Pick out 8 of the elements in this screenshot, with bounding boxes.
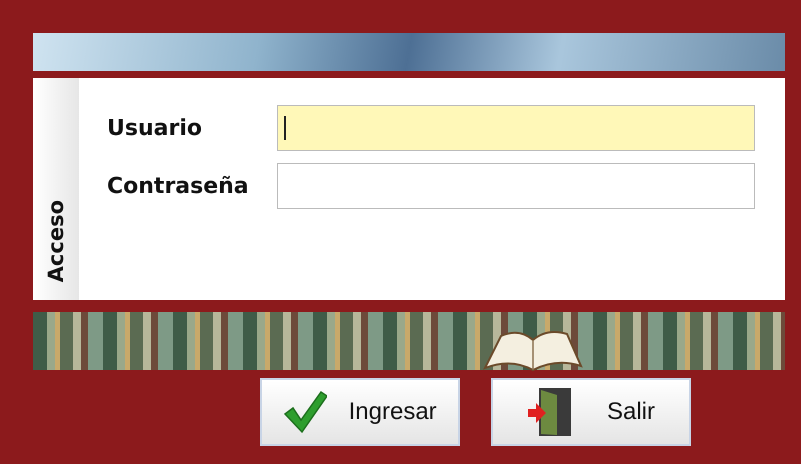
dialog-button[interactable]: Ingresar [260, 378, 460, 446]
input-field[interactable] [277, 163, 755, 209]
field-label: Contraseña [107, 174, 250, 198]
field-label: Usuario [107, 116, 203, 140]
dialog-button[interactable]: Salir [491, 378, 691, 446]
input-field[interactable] [277, 105, 755, 151]
exit-door-icon [526, 387, 573, 437]
checkmark-icon [283, 390, 328, 434]
